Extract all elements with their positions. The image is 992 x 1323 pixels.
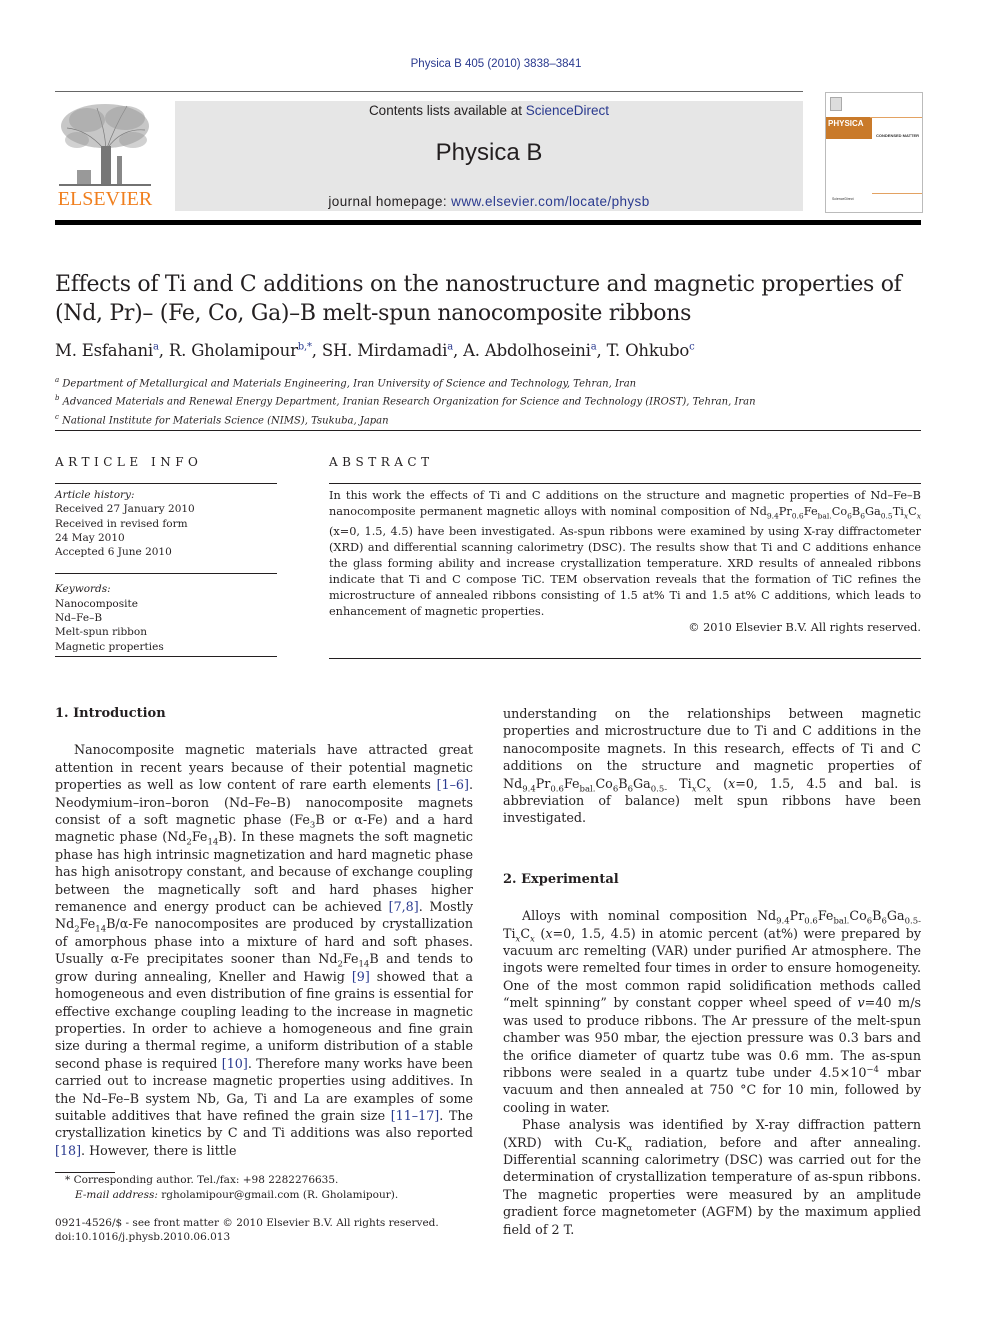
author: R. Gholamipour (168, 341, 298, 360)
author: A. Abdolhoseini (463, 341, 591, 360)
elsevier-tree-icon (59, 104, 151, 186)
issn-line: 0921-4526/$ - see front matter © 2010 El… (55, 1217, 439, 1229)
email-note: E-mail address: rgholamipour@gmail.com (… (75, 1189, 399, 1201)
front-matter: 0921-4526/$ - see front matter © 2010 El… (55, 1216, 473, 1244)
section-heading-introduction: 1. Introduction (55, 706, 166, 721)
divider (55, 655, 277, 657)
contents-availability: Contents lists available at ScienceDirec… (368, 103, 610, 118)
abstract-text: In this work the effects of Ti and C add… (329, 489, 921, 619)
journal-homepage-link[interactable]: www.elsevier.com/locate/physb (451, 194, 649, 209)
divider (55, 573, 277, 575)
header-thick-rule (55, 220, 921, 225)
divider (329, 658, 921, 660)
article-info-heading: ARTICLE INFO (55, 455, 203, 469)
paragraph: Phase analysis was identified by X-ray d… (503, 1117, 921, 1237)
elsevier-wordmark: ELSEVIER (57, 188, 153, 210)
cover-divider (872, 193, 922, 194)
sciencedirect-link[interactable]: ScienceDirect (526, 103, 609, 118)
email-link[interactable]: rgholamipour@gmail.com (R. Gholamipour). (161, 1189, 398, 1201)
doi-link[interactable]: doi:10.1016/j.physb.2010.06.013 (55, 1230, 473, 1244)
journal-homepage: journal homepage: www.elsevier.com/locat… (328, 194, 650, 209)
alloy-formula: Nd9.4Pr0.6Febal.Co6B6Ga0.5TixCx (749, 505, 921, 521)
divider (55, 483, 277, 484)
cover-divider (870, 117, 922, 118)
cover-title: PHYSICA (826, 117, 872, 139)
affiliation: a Department of Metallurgical and Materi… (55, 376, 637, 390)
body-column-right: understanding on the relationships betwe… (503, 705, 921, 1238)
citation-link[interactable]: [9] (352, 969, 370, 984)
affiliations-rule (55, 430, 921, 431)
keyword: Nanocomposite (55, 597, 138, 610)
journal-cover-thumbnail[interactable]: PHYSICA CONDENSED MATTER ScienceDirect (825, 92, 923, 213)
author: SH. Mirdamadi (321, 341, 448, 360)
author-affiliation-link[interactable]: a (591, 342, 597, 353)
author: M. Esfahani (55, 341, 154, 360)
paragraph: Nanocomposite magnetic materials have at… (55, 742, 474, 1158)
paragraph: understanding on the relationships betwe… (503, 706, 921, 826)
abstract: ABSTRACT In this work the effects of Ti … (329, 455, 921, 660)
keyword: Nd–Fe–B (55, 612, 103, 625)
corresponding-author-note: * Corresponding author. Tel./fax: +98 22… (65, 1174, 339, 1186)
divider (329, 483, 921, 484)
keywords: Keywords: Nanocomposite Nd–Fe–B Melt-spu… (55, 582, 277, 653)
article-info: ARTICLE INFO Article history: Received 2… (55, 455, 277, 657)
footnotes: * Corresponding author. Tel./fax: +98 22… (55, 1173, 473, 1203)
author-list: M. Esfahania, R. Gholamipourb,*, SH. Mir… (55, 341, 695, 360)
keyword: Melt-spun ribbon (55, 626, 147, 639)
author-affiliation-link[interactable]: a (447, 342, 453, 353)
cover-subtitle: CONDENSED MATTER (876, 133, 920, 138)
citation-link[interactable]: [11–17] (391, 1108, 440, 1123)
journal-header-band: Contents lists available at ScienceDirec… (175, 101, 803, 211)
journal-citation[interactable]: Physica B 405 (2010) 3838–3841 (0, 58, 992, 70)
affiliations: a Department of Metallurgical and Materi… (55, 373, 756, 428)
keyword: Magnetic properties (55, 640, 164, 653)
citation-link[interactable]: [7,8] (389, 899, 419, 914)
author-affiliation-link[interactable]: c (689, 342, 695, 353)
cover-sciencedirect: ScienceDirect (832, 197, 854, 201)
cover-emblem-icon (830, 97, 842, 111)
citation-link[interactable]: [10] (222, 1056, 248, 1071)
article-history: Article history: Received 27 January 201… (55, 489, 195, 559)
header-rule (55, 91, 803, 92)
copyright: © 2010 Elsevier B.V. All rights reserved… (688, 621, 921, 635)
author: T. Ohkubo (606, 341, 690, 360)
author-affiliation-link[interactable]: a (153, 342, 159, 353)
elsevier-logo[interactable]: ELSEVIER (55, 100, 155, 212)
journal-title: Physica B (435, 139, 543, 166)
author-affiliation-link[interactable]: b,* (298, 342, 312, 353)
article-title: Effects of Ti and C additions on the nan… (55, 272, 902, 326)
citation-link[interactable]: [1–6] (437, 777, 469, 792)
paragraph: Alloys with nominal composition Nd9.4Pr0… (503, 908, 921, 1115)
body-column-left: 1. Introduction Nanocomposite magnetic m… (55, 705, 473, 1159)
citation-link[interactable]: [18] (55, 1143, 81, 1158)
affiliation: b Advanced Materials and Renewal Energy … (55, 394, 756, 408)
abstract-heading: ABSTRACT (329, 455, 434, 469)
section-heading-experimental: 2. Experimental (503, 871, 619, 887)
affiliation: c National Institute for Materials Scien… (55, 412, 389, 426)
